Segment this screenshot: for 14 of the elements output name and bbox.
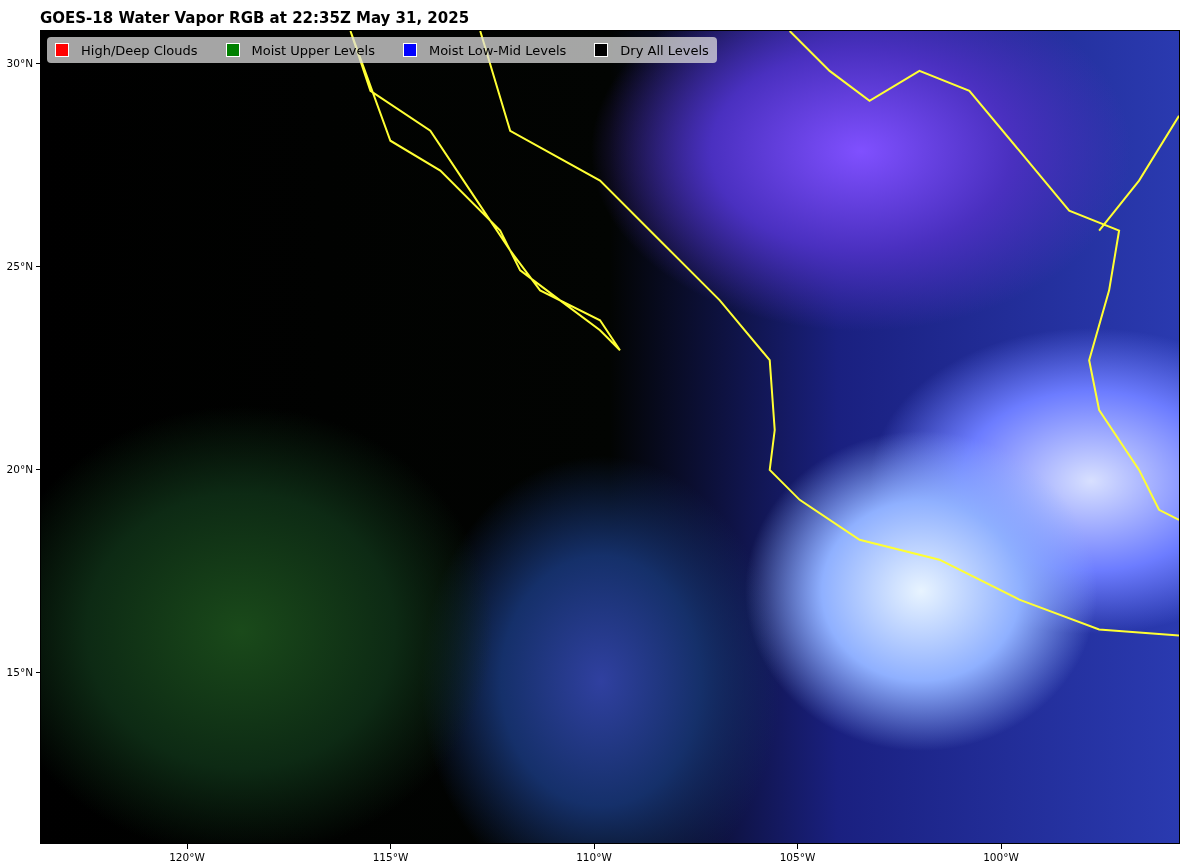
legend-label: High/Deep Clouds [81, 42, 198, 58]
longitude-label: 115°W [372, 851, 409, 863]
latitude-label: 30°N [6, 57, 33, 69]
longitude-label: 105°W [779, 851, 816, 863]
longitude-label: 100°W [983, 851, 1019, 863]
latitude-label: 15°N [6, 666, 33, 678]
legend-label: Moist Upper Levels [251, 42, 375, 58]
legend-label: Dry All Levels [620, 42, 709, 58]
map-title: GOES-18 Water Vapor RGB at 22:35Z May 31, 2025 [40, 9, 470, 27]
latitude-label: 25°N [6, 260, 33, 272]
latitude-label: 20°N [6, 463, 33, 475]
longitude-label: 110°W [576, 851, 612, 863]
legend-label: Moist Low-Mid Levels [428, 42, 567, 58]
longitude-label: 120°W [169, 851, 205, 863]
